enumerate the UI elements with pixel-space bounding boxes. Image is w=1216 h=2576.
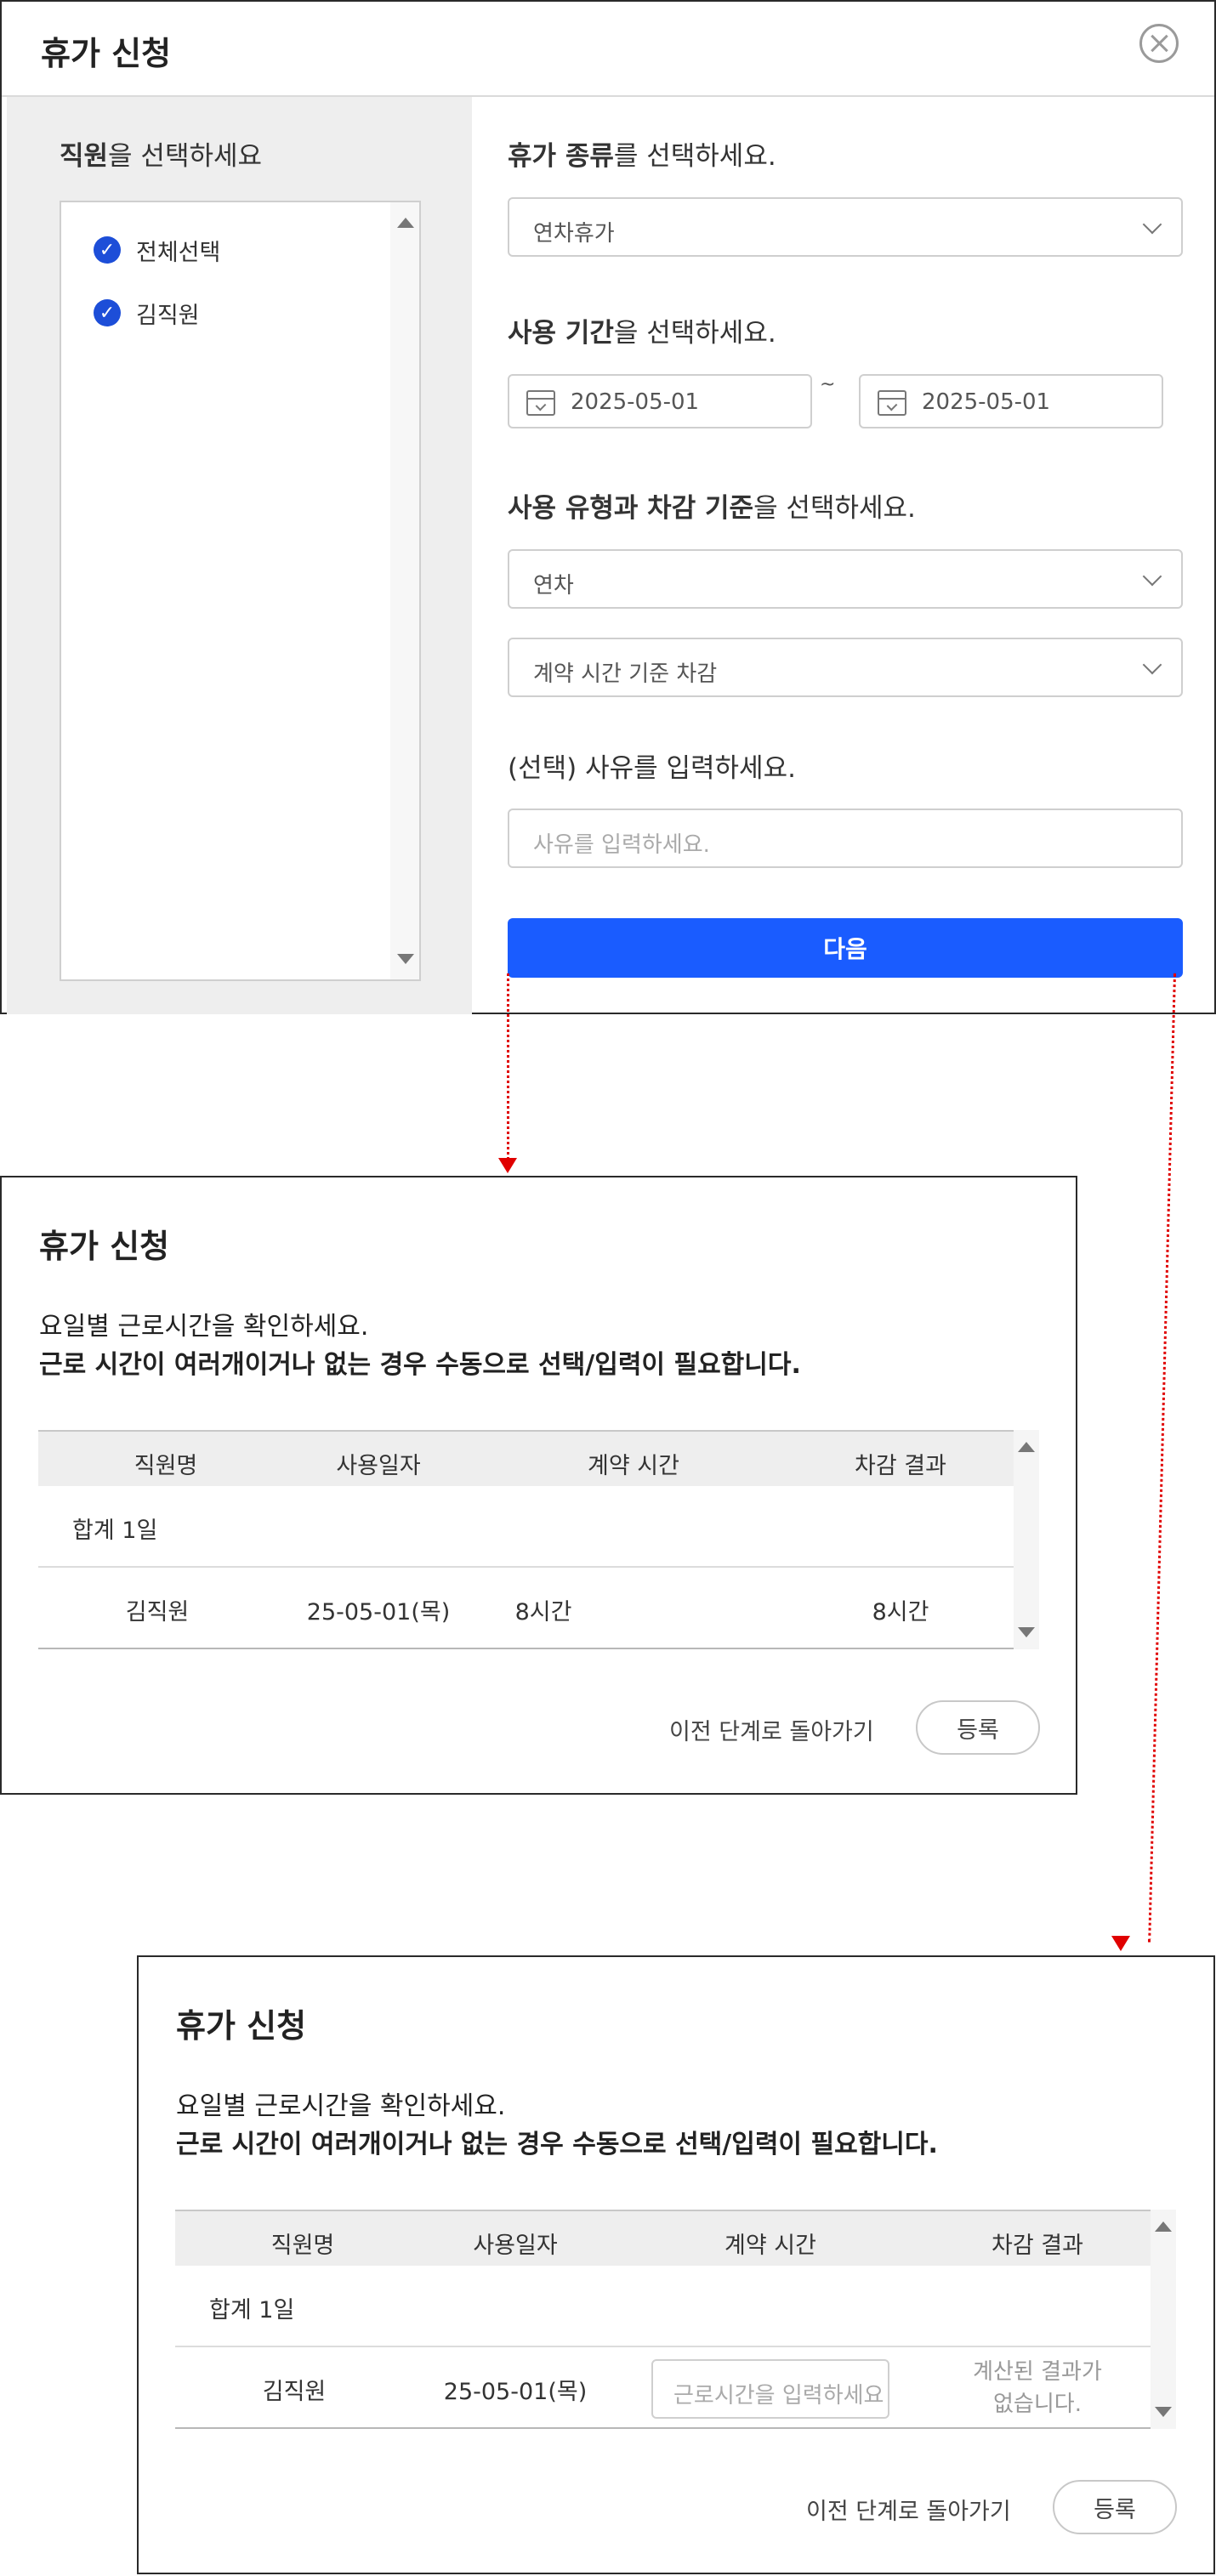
scroll-down-icon[interactable] <box>1155 2407 1172 2417</box>
summary-row: 합계 1일 <box>38 1486 1014 1568</box>
col-deduction-result: 차감 결과 <box>855 1453 946 1479</box>
summary-text: 합계 1일 <box>209 2297 295 2324</box>
leave-type-select[interactable]: 연차휴가 <box>508 197 1183 257</box>
date-separator: ~ <box>820 374 836 395</box>
table-row: 김직원 25-05-01(목) 8시간 8시간 <box>38 1568 1014 1649</box>
select-all-label: 전체선택 <box>136 239 221 266</box>
arrow-head-icon <box>1111 1936 1130 1951</box>
contract-hours-cell: 8시간 <box>514 1599 572 1626</box>
reason-placeholder: 사유를 입력하세요. <box>533 832 710 858</box>
start-date-value: 2025-05-01 <box>571 389 700 415</box>
col-employee-name: 직원명 <box>134 1453 198 1479</box>
list-scrollbar[interactable] <box>390 202 419 979</box>
employee-panel: 직원을 선택하세요 ✓ 전체선택 ✓ 김직원 <box>7 97 472 1014</box>
table-scrollbar[interactable] <box>1151 2210 1176 2429</box>
employee-name-cell: 김직원 <box>262 2379 327 2405</box>
col-contract-hours: 계약 시간 <box>588 1453 679 1479</box>
select-all-checkbox[interactable]: ✓ 전체선택 <box>94 233 220 267</box>
use-date-cell: 25-05-01(목) <box>443 2379 588 2405</box>
summary-text: 합계 1일 <box>72 1518 158 1544</box>
panel-title: 휴가 신청 <box>176 2007 307 2045</box>
next-button[interactable]: 다음 <box>508 918 1183 978</box>
scroll-up-icon[interactable] <box>1018 1442 1035 1452</box>
reason-input[interactable]: 사유를 입력하세요. <box>508 809 1183 868</box>
instruction-text: 요일별 근로시간을 확인하세요. <box>39 1312 369 1342</box>
col-use-date: 사용일자 <box>336 1453 421 1479</box>
employee-checkbox[interactable]: ✓ 김직원 <box>94 296 200 330</box>
no-result-message: 계산된 결과가 없습니다. <box>973 2359 1102 2417</box>
employee-list: ✓ 전체선택 ✓ 김직원 <box>60 201 421 981</box>
usage-type-value: 연차 <box>533 573 574 599</box>
form-panel: 휴가 종류를 선택하세요. 연차휴가 사용 기간을 선택하세요. 2025-05… <box>472 97 1214 1014</box>
table-row: 김직원 25-05-01(목) 근로시간을 입력하세요 계산된 결과가 없습니다… <box>175 2347 1151 2429</box>
confirm-panel-auto: 휴가 신청 요일별 근로시간을 확인하세요. 근로 시간이 여러개이거나 없는 … <box>0 1176 1077 1795</box>
instruction-text: 요일별 근로시간을 확인하세요. <box>176 2091 506 2121</box>
back-to-previous-link[interactable]: 이전 단계로 돌아가기 <box>806 2493 1011 2526</box>
end-date-value: 2025-05-01 <box>922 389 1051 415</box>
start-date-input[interactable]: 2025-05-01 <box>508 374 812 428</box>
employee-section-title: 직원을 선택하세요 <box>60 141 263 172</box>
work-hours-input[interactable]: 근로시간을 입력하세요 <box>651 2359 889 2419</box>
deduction-select[interactable]: 계약 시간 기준 차감 <box>508 638 1183 697</box>
scroll-up-icon[interactable] <box>1155 2221 1172 2232</box>
instruction-bold-text: 근로 시간이 여러개이거나 없는 경우 수동으로 선택/입력이 필요합니다. <box>176 2130 938 2159</box>
back-to-previous-link[interactable]: 이전 단계로 돌아가기 <box>669 1713 874 1746</box>
summary-row: 합계 1일 <box>175 2266 1151 2347</box>
col-deduction-result: 차감 결과 <box>992 2233 1083 2259</box>
col-contract-hours: 계약 시간 <box>724 2233 816 2259</box>
flow-arrow-line <box>507 973 509 1165</box>
work-hours-placeholder: 근로시간을 입력하세요 <box>673 2383 884 2409</box>
col-employee-name: 직원명 <box>270 2233 335 2259</box>
end-date-input[interactable]: 2025-05-01 <box>859 374 1163 428</box>
leave-request-modal: 휴가 신청 직원을 선택하세요 ✓ 전체선택 ✓ 김직원 휴가 종류를 선택하세… <box>0 0 1216 1014</box>
chevron-down-icon <box>1142 655 1162 675</box>
arrow-head-icon <box>498 1158 517 1173</box>
table-scrollbar[interactable] <box>1014 1430 1039 1649</box>
chevron-down-icon <box>1142 214 1162 235</box>
scroll-down-icon[interactable] <box>397 954 414 964</box>
register-button[interactable]: 등록 <box>916 1700 1040 1755</box>
col-use-date: 사용일자 <box>473 2233 558 2259</box>
confirm-panel-manual: 휴가 신청 요일별 근로시간을 확인하세요. 근로 시간이 여러개이거나 없는 … <box>137 1955 1215 2574</box>
deduction-value: 계약 시간 기준 차감 <box>533 661 718 687</box>
usage-type-select[interactable]: 연차 <box>508 549 1183 609</box>
deduction-result-cell: 8시간 <box>872 1599 929 1626</box>
table-header: 직원명 사용일자 계약 시간 차감 결과 <box>38 1430 1014 1486</box>
table-header: 직원명 사용일자 계약 시간 차감 결과 <box>175 2210 1151 2266</box>
chevron-down-icon <box>1142 566 1162 587</box>
close-icon[interactable] <box>1139 24 1179 63</box>
leave-type-title: 휴가 종류를 선택하세요. <box>508 141 776 172</box>
employee-label: 김직원 <box>136 302 200 329</box>
checkmark-icon: ✓ <box>94 299 121 326</box>
leave-type-value: 연차휴가 <box>533 221 615 247</box>
use-date-cell: 25-05-01(목) <box>306 1599 451 1626</box>
scroll-down-icon[interactable] <box>1018 1627 1035 1637</box>
usage-title: 사용 유형과 차감 기준을 선택하세요. <box>508 493 916 524</box>
scroll-up-icon[interactable] <box>397 218 414 228</box>
flow-arrow-line <box>1148 973 1176 1943</box>
calendar-icon <box>526 390 555 416</box>
employee-name-cell: 김직원 <box>125 1599 190 1626</box>
modal-title: 휴가 신청 <box>41 35 172 72</box>
instruction-bold-text: 근로 시간이 여러개이거나 없는 경우 수동으로 선택/입력이 필요합니다. <box>39 1350 801 1380</box>
checkmark-icon: ✓ <box>94 236 121 264</box>
register-button[interactable]: 등록 <box>1053 2480 1177 2534</box>
panel-title: 휴가 신청 <box>39 1228 170 1265</box>
calendar-icon <box>878 390 906 416</box>
reason-title: (선택) 사유를 입력하세요. <box>508 753 796 784</box>
period-title: 사용 기간을 선택하세요. <box>508 318 776 349</box>
modal-header: 휴가 신청 <box>2 2 1214 97</box>
